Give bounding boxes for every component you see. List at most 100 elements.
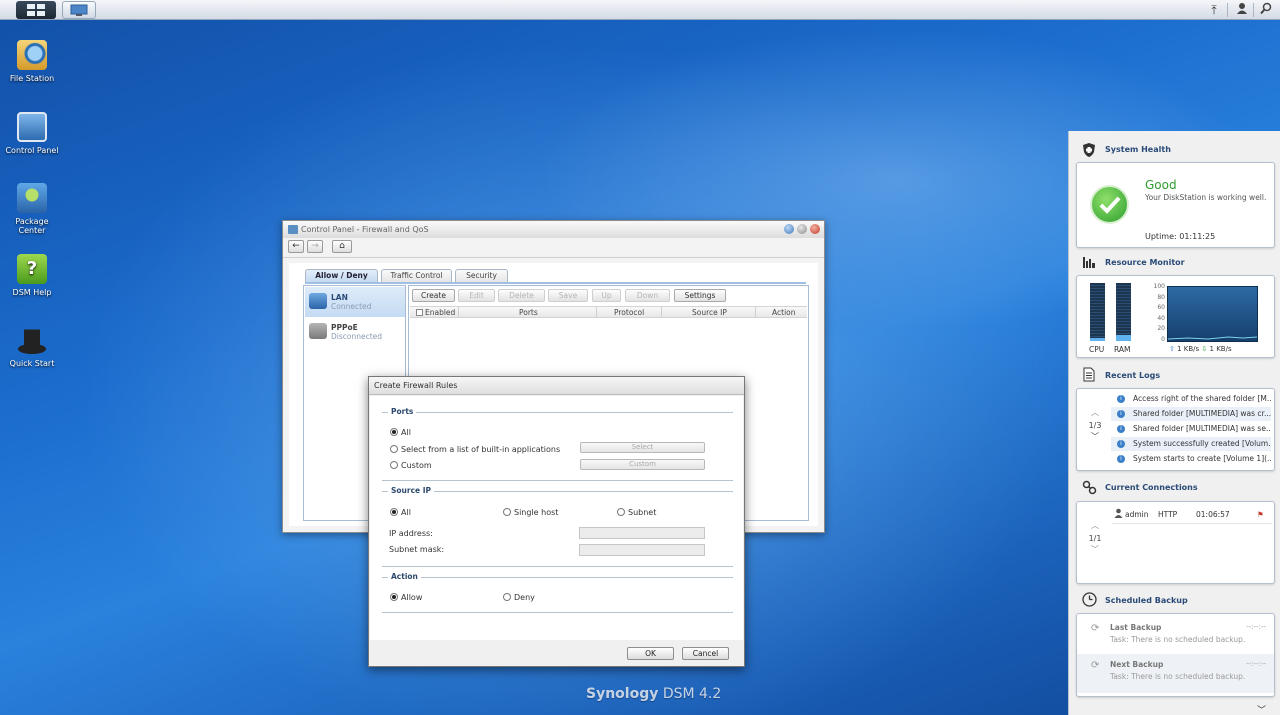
tab-allow-deny[interactable]: Allow / Deny [305,269,378,282]
upload-icon[interactable]: ⤒ [1205,2,1223,18]
recent-logs-widget: ︿ 1/3 ﹀ i Access right of the shared fold… [1076,388,1275,471]
column-header[interactable]: Protocol [614,308,644,317]
column-header[interactable]: Source IP [692,308,727,317]
window-titlebar[interactable]: Control Panel - Firewall and QoS [283,221,824,238]
log-text: System starts to create [Volume 1](... [1133,454,1271,463]
log-text: Shared folder [MULTIMEDIA] was se... [1133,424,1271,433]
dialog-title[interactable]: Create Firewall Rules [369,377,744,395]
interface-item-lan[interactable]: LAN Connected [305,287,405,317]
panel-scroll-down-icon[interactable]: ﹀ [1257,703,1266,715]
main-menu-icon [27,4,45,16]
log-item[interactable]: i System starts to create [Volume 1](... [1111,452,1271,466]
action-deny-radio[interactable]: Deny [503,593,535,602]
connections-list [1112,523,1272,580]
link-icon [1081,480,1097,496]
select-all-checkbox[interactable] [416,309,423,316]
source-ip-subnet-radio[interactable]: Subnet [617,508,656,517]
y-tick: 80 [1157,293,1165,301]
log-item[interactable]: i Shared folder [MULTIMEDIA] was cr... [1111,407,1271,421]
desktop-icon-package-center[interactable]: Package Center [0,183,64,235]
ip-address-field[interactable] [579,527,705,539]
page-down-icon[interactable]: ﹀ [1085,431,1105,442]
settings-button[interactable]: Settings [674,289,726,302]
network-speed: ⇧ 1 KB/s ⇩ 1 KB/s [1169,345,1232,353]
connection-row[interactable]: admin HTTP 01:06:57 ⚑ [1114,508,1271,522]
main-menu-button[interactable] [16,1,56,19]
source-ip-all-radio[interactable]: All [390,508,411,517]
edit-button[interactable]: Edit [458,289,495,302]
interface-item-pppoe[interactable]: PPPoE Disconnected [305,317,405,347]
save-button[interactable]: Save [548,289,588,302]
cpu-meter [1090,283,1105,341]
desktop-icon-control-panel[interactable]: Control Panel [0,112,64,155]
column-header[interactable]: Action [772,308,796,317]
ports-all-radio[interactable]: All [390,428,411,437]
page-indicator: 1/3 [1088,421,1102,430]
cpu-label: CPU [1089,345,1105,354]
next-backup-task: Task: There is no scheduled backup. [1110,672,1246,681]
search-icon[interactable] [1257,2,1275,18]
ports-custom-radio[interactable]: Custom [390,461,432,470]
section-label: Ports [388,407,417,416]
taskbar: ⤒ [0,0,1280,20]
control-panel-icon [17,112,47,142]
log-text: Access right of the shared folder [M... [1133,394,1271,403]
log-item[interactable]: i Shared folder [MULTIMEDIA] was se... [1111,422,1271,436]
widget-title: System Health [1105,145,1171,154]
action-allow-radio[interactable]: Allow [390,593,422,602]
source-ip-section: Source IP [382,486,733,495]
back-button[interactable]: ← [288,240,304,253]
desktop-icon-file-station[interactable]: File Station [0,40,64,83]
section-label: Action [388,572,421,581]
create-button[interactable]: Create [412,289,455,302]
download-speed: 1 KB/s [1209,345,1232,353]
user-icon[interactable] [1233,2,1251,18]
desktop-icon-label: DSM Help [12,288,52,297]
network-graph-line [1167,336,1258,340]
widget-title: Resource Monitor [1105,258,1185,267]
log-item[interactable]: i System successfully created [Volum... [1111,437,1271,451]
custom-ports-button[interactable]: Custom [580,459,705,470]
y-tick: 100 [1153,283,1165,290]
desktop-icon-label: File Station [9,74,55,83]
connection-user: admin [1125,510,1149,519]
tab-traffic-control[interactable]: Traffic Control [381,269,452,282]
column-header[interactable]: Enabled [425,308,455,317]
desktop-icon-quick-start[interactable]: Quick Start [0,325,64,368]
minimize-button[interactable] [797,224,807,234]
subnet-mask-field[interactable] [579,544,705,556]
cancel-button[interactable]: Cancel [682,647,729,660]
down-button[interactable]: Down [625,289,670,302]
widget-title: Scheduled Backup [1105,596,1188,605]
close-button[interactable] [810,224,820,234]
page-down-icon[interactable]: ﹀ [1085,544,1105,555]
home-button[interactable]: ⌂ [332,240,352,253]
taskbar-divider [1227,3,1228,17]
y-tick: 40 [1157,314,1165,322]
tab-security[interactable]: Security [455,269,508,282]
file-station-icon [17,40,47,70]
page-up-icon[interactable]: ︿ [1085,407,1105,418]
disconnect-icon[interactable]: ⚑ [1257,508,1264,522]
column-header[interactable]: Ports [519,308,538,317]
ok-button[interactable]: OK [627,647,674,660]
source-ip-single-host-radio[interactable]: Single host [503,508,558,517]
y-axis-ticks: 100 80 60 40 20 0 [1151,282,1165,346]
help-button[interactable] [784,224,794,234]
shield-icon [1081,142,1097,158]
widget-title: Current Connections [1105,483,1198,492]
select-applications-button[interactable]: Select [580,442,705,453]
page-up-icon[interactable]: ︿ [1085,520,1105,531]
forward-button[interactable]: → [307,240,323,253]
log-item[interactable]: i Access right of the shared folder [M... [1111,392,1271,406]
delete-button[interactable]: Delete [498,289,545,302]
logs-pager: ︿ 1/3 ﹀ [1085,407,1105,442]
taskbar-control-panel-button[interactable] [62,1,96,19]
bar-chart-icon [1081,256,1097,272]
desktop-icon-dsm-help[interactable]: ? DSM Help [0,254,64,297]
up-button[interactable]: Up [592,289,621,302]
y-tick: 20 [1157,325,1165,333]
ports-builtin-radio[interactable]: Select from a list of built-in applicati… [390,445,560,454]
window-title: Control Panel - Firewall and QoS [301,225,429,234]
widget-title: Recent Logs [1105,371,1161,380]
